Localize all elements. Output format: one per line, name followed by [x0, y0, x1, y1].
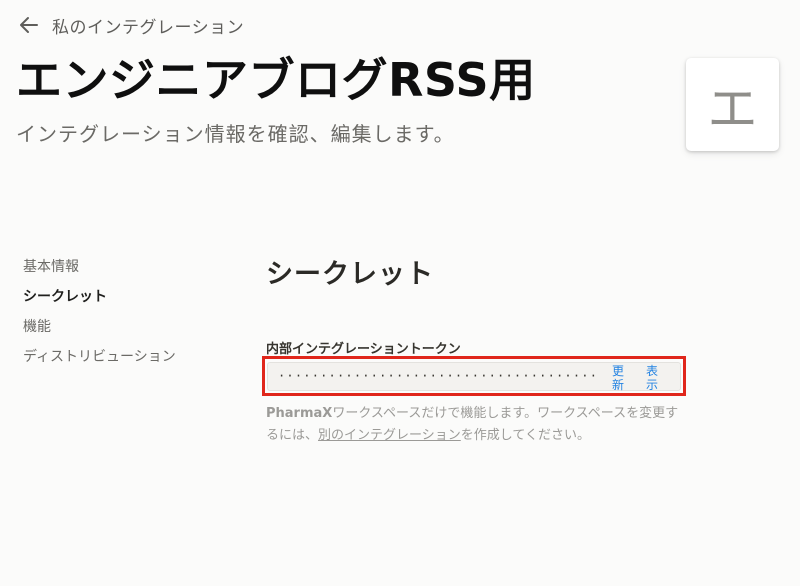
help-text: PharmaXワークスペースだけで機能します。ワークスペースを変更するには、別の…: [266, 403, 686, 447]
page-subtitle: インテグレーション情報を確認、編集します。: [16, 122, 455, 146]
other-integration-link[interactable]: 別のインテグレーション: [318, 428, 461, 443]
help-text-part-2: を作成してください。: [460, 428, 590, 443]
token-field[interactable]: ········································…: [267, 362, 681, 392]
token-label: 内部インテグレーショントークン: [266, 342, 461, 357]
arrow-left-icon[interactable]: [18, 14, 40, 36]
settings-sidebar: 基本情報 シークレット 機能 ディストリビューション: [23, 256, 223, 376]
integration-avatar[interactable]: エ: [686, 58, 779, 151]
back-link-label[interactable]: 私のインテグレーション: [52, 13, 244, 38]
show-token-button[interactable]: 表示: [644, 364, 660, 392]
back-navigation[interactable]: 私のインテグレーション: [18, 12, 244, 38]
workspace-name: PharmaX: [266, 406, 333, 421]
sidebar-item-basic-info[interactable]: 基本情報: [23, 256, 223, 286]
sidebar-item-capabilities[interactable]: 機能: [23, 316, 223, 346]
avatar-letter: エ: [707, 79, 758, 138]
sidebar-item-secret[interactable]: シークレット: [23, 286, 223, 316]
page-title: エンジニアブログRSS用: [16, 53, 536, 107]
section-title: シークレット: [266, 259, 434, 290]
refresh-token-button[interactable]: 更新: [610, 364, 626, 392]
token-masked-value[interactable]: ········································: [278, 369, 596, 383]
sidebar-item-distribution[interactable]: ディストリビューション: [23, 346, 223, 376]
